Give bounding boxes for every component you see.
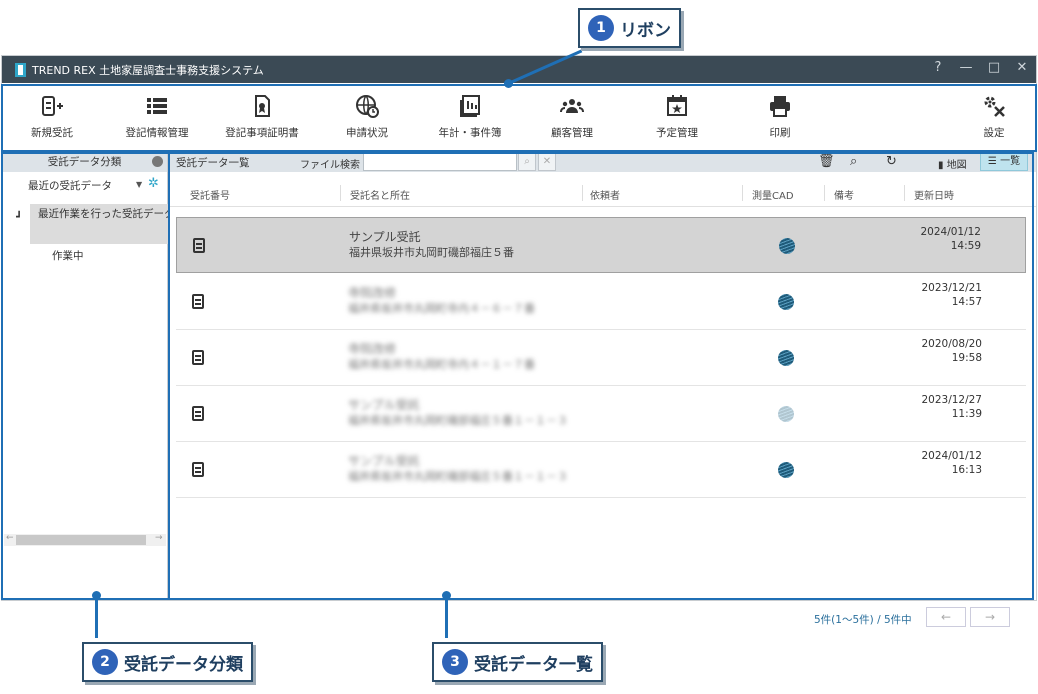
help-icon[interactable]: ? bbox=[930, 60, 946, 75]
callout-2-line bbox=[95, 596, 98, 638]
pager-status: 5件(1〜5件) / 5件中 bbox=[814, 614, 912, 626]
maximize-icon[interactable]: □ bbox=[986, 60, 1002, 75]
callout-category: 2 受託データ分類 bbox=[82, 642, 253, 682]
callout-ribbon: 1 リボン bbox=[578, 8, 681, 48]
callout-3-line bbox=[445, 596, 448, 638]
minimize-icon[interactable]: — bbox=[958, 60, 974, 75]
category-highlight-frame bbox=[1, 152, 170, 600]
window-title: TREND REX 土地家屋調査士事務支援システム bbox=[32, 64, 264, 77]
callout-number: 1 bbox=[588, 15, 614, 41]
ribbon-highlight-frame bbox=[1, 84, 1037, 152]
callout-number: 2 bbox=[92, 649, 118, 675]
pager-next-button[interactable]: → bbox=[970, 607, 1010, 627]
callout-number: 3 bbox=[442, 649, 468, 675]
callout-1-dot bbox=[504, 79, 513, 88]
callout-text: 受託データ分類 bbox=[124, 654, 243, 675]
app-logo-icon bbox=[15, 63, 26, 77]
callout-list: 3 受託データ一覧 bbox=[432, 642, 603, 682]
pager-prev-button[interactable]: ← bbox=[926, 607, 966, 627]
callout-text: 受託データ一覧 bbox=[474, 654, 593, 675]
callout-text: リボン bbox=[620, 20, 671, 41]
list-highlight-frame bbox=[168, 152, 1034, 600]
close-icon[interactable]: ✕ bbox=[1014, 60, 1030, 75]
